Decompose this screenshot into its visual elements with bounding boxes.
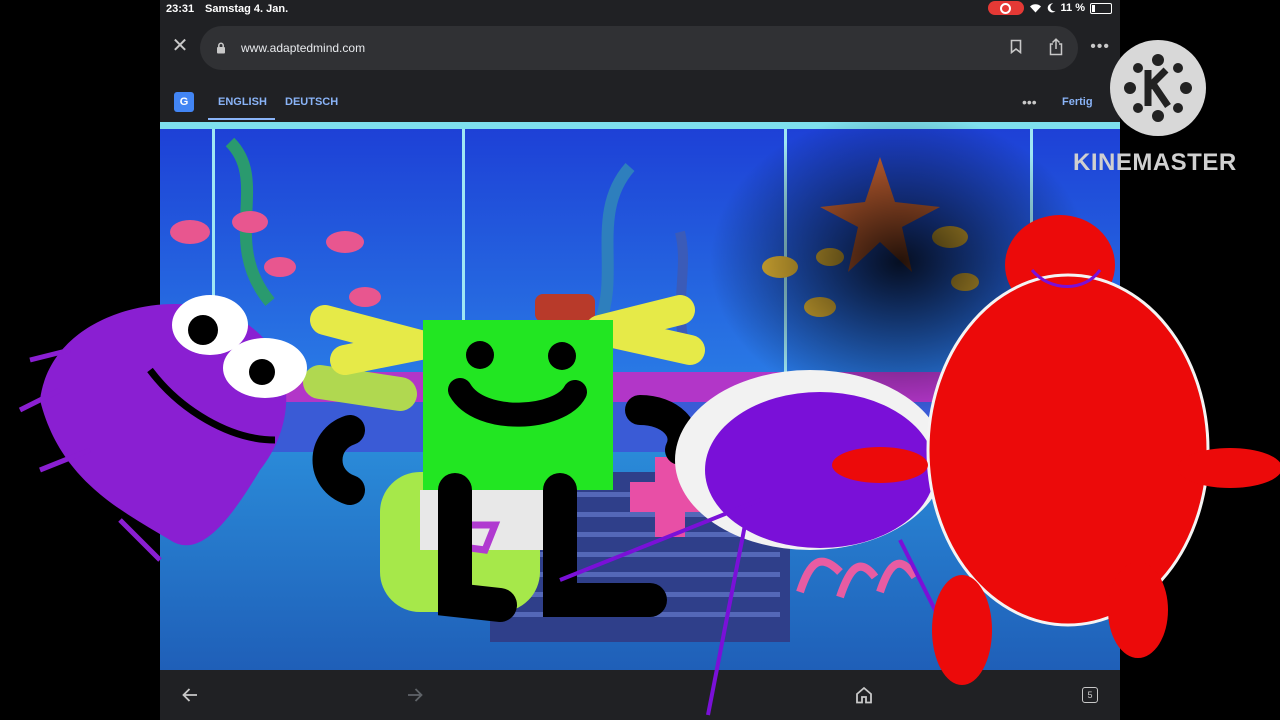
battery-percent: 11 %: [1060, 2, 1085, 14]
url-text[interactable]: www.adaptedmind.com: [241, 41, 365, 55]
wifi-icon: [1029, 4, 1041, 13]
forward-icon[interactable]: [407, 686, 423, 704]
aquarium-scene: [160, 122, 1120, 670]
browser-bottom-bar: 5: [160, 672, 1120, 720]
back-icon[interactable]: [182, 686, 198, 704]
status-date: Samstag 4. Jan.: [205, 3, 289, 15]
lock-icon: [217, 42, 225, 54]
home-icon[interactable]: [855, 686, 873, 704]
screen-record-icon: [987, 1, 1024, 15]
status-bar: 23:31 Samstag 4. Jan. 11 %: [160, 0, 1120, 18]
moon-icon: [1047, 3, 1056, 13]
tab-deutsch[interactable]: DEUTSCH: [285, 96, 338, 108]
active-tab-indicator: [208, 118, 275, 120]
close-icon[interactable]: ✕: [170, 36, 190, 56]
translate-bar: G ENGLISH DEUTSCH ••• Fertig: [160, 80, 1120, 122]
bookmark-icon[interactable]: [1010, 39, 1022, 54]
status-time: 23:31: [166, 3, 195, 15]
share-icon[interactable]: [1048, 38, 1064, 56]
kinemaster-watermark: KINEMASTER: [1073, 149, 1237, 176]
battery-icon: [1090, 2, 1112, 14]
status-icons: 11 %: [987, 1, 1112, 15]
address-bar[interactable]: www.adaptedmind.com: [200, 26, 1078, 70]
page-content[interactable]: [160, 122, 1120, 670]
tabs-count: 5: [1087, 690, 1093, 700]
translate-more-icon[interactable]: •••: [1022, 94, 1037, 110]
kinemaster-logo: [1110, 40, 1206, 136]
tab-english[interactable]: ENGLISH: [218, 96, 267, 108]
done-button[interactable]: Fertig: [1062, 96, 1093, 108]
tablet-screen: 23:31 Samstag 4. Jan. 11 % ✕ www.adapted…: [160, 0, 1120, 720]
browser-toolbar: ✕ www.adaptedmind.com •••: [160, 24, 1120, 72]
google-translate-icon: G: [174, 92, 194, 112]
tabs-icon[interactable]: 5: [1082, 687, 1098, 703]
